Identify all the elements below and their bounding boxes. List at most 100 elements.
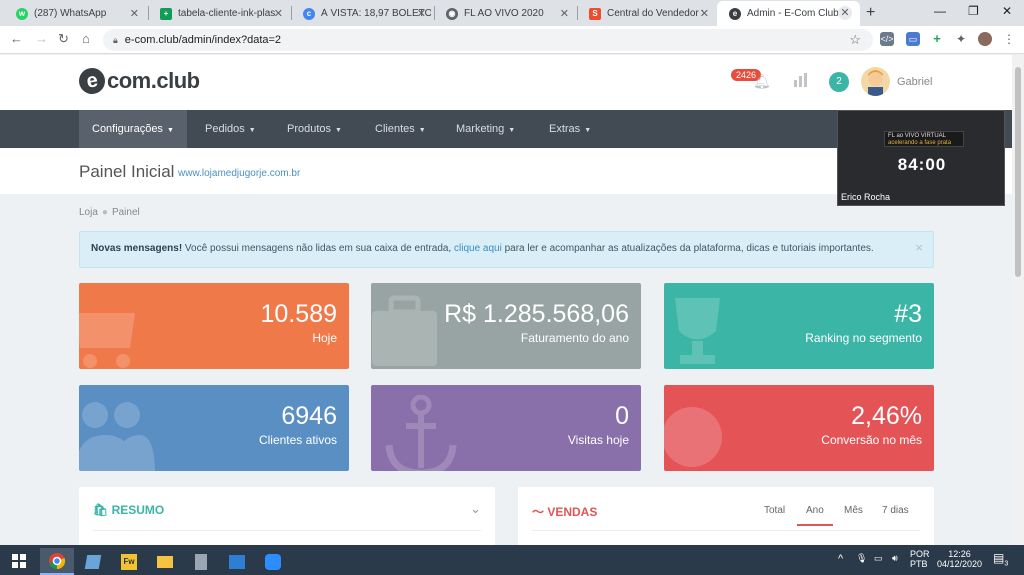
- fl-ao-vivo-logo: FL ao VIVO VIRTUAL acelerando a fase pra…: [884, 131, 964, 147]
- stat-label: Faturamento do ano: [520, 331, 629, 345]
- fireworks-icon: Fw: [121, 553, 137, 570]
- tab-7-dias[interactable]: 7 dias: [882, 505, 909, 516]
- avatar[interactable]: [861, 67, 890, 96]
- browser-menu-icon[interactable]: ⋮: [1002, 32, 1016, 46]
- stat-tile-ranking[interactable]: #3 Ranking no segmento: [664, 283, 934, 369]
- forward-icon[interactable]: →: [35, 31, 48, 46]
- windows-taskbar: Fw ^ 🎙︎ ▭ 🔊︎ POR PTB 12:26 04/12/2020 ▤3: [0, 545, 1024, 575]
- close-tab-icon[interactable]: ✕: [417, 7, 426, 20]
- tab-boleto[interactable]: c À VISTA: 18,97 BOLETO ✕: [291, 1, 434, 26]
- new-messages-alert: Novas mensagens! Você possui mensagens n…: [79, 231, 934, 268]
- taskbar-chrome[interactable]: [40, 548, 74, 575]
- tab-ecom-admin[interactable]: e Admin - E-Com Club ✕: [717, 1, 860, 26]
- brand-line: FL ao VIVO VIRTUAL: [888, 133, 947, 139]
- chevron-down-icon: ▼: [335, 127, 342, 134]
- alert-link[interactable]: clique aqui: [454, 243, 502, 254]
- tab-mes[interactable]: Mês: [844, 505, 863, 516]
- new-tab-button[interactable]: +: [866, 4, 875, 22]
- address-bar[interactable]: 🔒︎ e-com.club/admin/index?data=2 ☆: [103, 29, 873, 51]
- tab-fl-ao-vivo[interactable]: ◉ FL AO VIVO 2020 ✕: [434, 1, 577, 26]
- taskbar-file-explorer[interactable]: [148, 548, 182, 575]
- divider: [532, 530, 920, 531]
- home-icon[interactable]: ⌂: [82, 31, 90, 46]
- nav-extras[interactable]: Extras ▼: [536, 110, 604, 148]
- stat-tile-orders-today[interactable]: 10.589 Hoje: [79, 283, 349, 369]
- presenter-name: Erico Rocha: [841, 192, 891, 202]
- taskbar-zoom[interactable]: [256, 548, 290, 575]
- taskbar-calculator[interactable]: [184, 548, 218, 575]
- taskbar-fireworks[interactable]: Fw: [112, 548, 146, 575]
- browser-toolbar: ← → ↻ ⌂ 🔒︎ e-com.club/admin/index?data=2…: [0, 26, 1024, 54]
- app-icon: [84, 554, 102, 569]
- tab-title: (287) WhatsApp: [34, 8, 107, 19]
- tab-total[interactable]: Total: [764, 505, 785, 516]
- minimize-icon[interactable]: —: [934, 4, 946, 18]
- windows-start-icon[interactable]: [12, 554, 26, 568]
- chevron-down-icon[interactable]: ⌄: [470, 501, 481, 517]
- chevron-down-icon: ▼: [584, 127, 592, 134]
- clock[interactable]: 12:26 04/12/2020: [937, 549, 982, 569]
- nav-pedidos[interactable]: Pedidos ▼: [192, 110, 269, 148]
- breadcrumb-loja[interactable]: Loja: [79, 207, 98, 218]
- back-icon[interactable]: ←: [10, 31, 23, 46]
- extensions-puzzle-icon[interactable]: ✦: [954, 32, 968, 46]
- cart-icon: [79, 313, 135, 368]
- taskbar-app-1[interactable]: [76, 548, 110, 575]
- stat-tile-active-clients[interactable]: 6946 Clientes ativos: [79, 385, 349, 471]
- close-tab-icon[interactable]: ✕: [274, 7, 283, 20]
- tab-sheets[interactable]: + tabela-cliente-ink-plas ✕: [148, 1, 291, 26]
- brand-line: acelerando a fase prata: [888, 140, 952, 146]
- stat-tile-conversion[interactable]: 2,46% Conversão no mês: [664, 385, 934, 471]
- bar-chart-icon[interactable]: [793, 72, 809, 88]
- ecom-club-logo[interactable]: e com.club: [76, 65, 200, 97]
- notification-center-icon[interactable]: ▤3: [993, 551, 1008, 567]
- nav-label: Extras: [549, 123, 581, 135]
- page-scrollbar[interactable]: [1012, 55, 1024, 545]
- chevron-up-circle-icon: [664, 407, 722, 467]
- language-indicator[interactable]: POR PTB: [910, 549, 930, 569]
- volume-icon[interactable]: 🔊︎: [892, 553, 898, 564]
- users-icon: [79, 402, 155, 471]
- anchor-icon: [385, 395, 457, 471]
- browser-tab-strip: w (287) WhatsApp ✕ + tabela-cliente-ink-…: [0, 0, 1024, 26]
- nav-produtos[interactable]: Produtos ▼: [274, 110, 355, 148]
- folder-icon: [157, 555, 173, 568]
- nav-marketing[interactable]: Marketing ▼: [443, 110, 528, 148]
- close-tab-icon[interactable]: ✕: [560, 7, 569, 20]
- store-link[interactable]: www.lojamedjugorje.com.br: [178, 168, 300, 179]
- extension-plus-icon[interactable]: +: [930, 32, 944, 46]
- close-tab-icon[interactable]: ✕: [700, 7, 709, 20]
- tab-shopee[interactable]: S Central do Vendedor Sh ✕: [577, 1, 717, 26]
- close-tab-icon[interactable]: ✕: [838, 6, 852, 20]
- extension-window-icon[interactable]: ▭: [906, 32, 920, 46]
- site-header: e com.club 2426 🔔︎ 2 Gabriel: [0, 55, 1012, 110]
- nav-configuracoes[interactable]: Configurações ▼: [79, 110, 187, 148]
- network-icon[interactable]: ▭: [874, 553, 883, 564]
- bookmark-star-icon[interactable]: ☆: [849, 32, 861, 48]
- user-name[interactable]: Gabriel: [897, 76, 932, 88]
- scrollbar-thumb[interactable]: [1015, 67, 1021, 277]
- video-overlay[interactable]: FL ao VIVO VIRTUAL acelerando a fase pra…: [837, 110, 1005, 206]
- restore-icon[interactable]: ❐: [968, 4, 979, 18]
- alert-title: Novas mensagens!: [91, 243, 183, 254]
- stat-tile-revenue[interactable]: R$ 1.285.568,06 Faturamento do ano: [371, 283, 641, 369]
- stat-tile-visits-today[interactable]: 0 Visitas hoje: [371, 385, 641, 471]
- close-tab-icon[interactable]: ✕: [130, 7, 139, 20]
- nav-clientes[interactable]: Clientes ▼: [362, 110, 439, 148]
- profile-avatar-icon[interactable]: [978, 32, 992, 46]
- messages-count-badge[interactable]: 2: [829, 72, 849, 92]
- taskbar-photos[interactable]: [220, 548, 254, 575]
- close-window-icon[interactable]: ✕: [1002, 4, 1012, 18]
- tray-chevron-up-icon[interactable]: ^: [838, 553, 843, 565]
- logo-mark: e: [76, 65, 108, 97]
- tab-whatsapp[interactable]: w (287) WhatsApp ✕: [4, 1, 147, 26]
- microphone-icon[interactable]: 🎙︎: [856, 553, 867, 564]
- extension-devtools-icon[interactable]: </>: [880, 32, 894, 46]
- bell-icon[interactable]: 🔔︎: [753, 73, 771, 90]
- tab-ano[interactable]: Ano: [797, 505, 833, 526]
- trend-icon: 〜: [532, 505, 548, 519]
- close-icon[interactable]: ×: [915, 240, 923, 255]
- countdown-timer: 84:00: [897, 155, 947, 174]
- reload-icon[interactable]: ↻: [58, 31, 69, 47]
- stat-label: Conversão no mês: [821, 433, 922, 447]
